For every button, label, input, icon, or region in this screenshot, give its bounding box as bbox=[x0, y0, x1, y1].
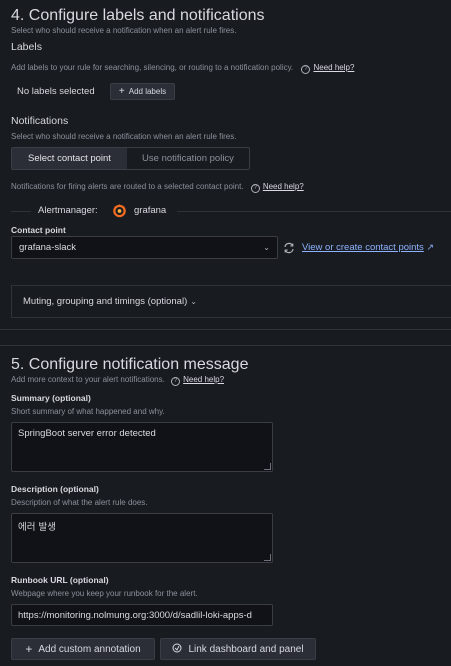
description-description: Description of what the alert rule does. bbox=[11, 498, 148, 507]
resize-handle-icon[interactable] bbox=[264, 463, 271, 470]
contact-mode-toggle[interactable]: Select contact point Use notification po… bbox=[11, 147, 250, 170]
external-link-icon: ↗ bbox=[426, 242, 434, 252]
link-dashboard-button[interactable]: Link dashboard and panel bbox=[160, 638, 316, 660]
view-contact-points[interactable]: View or create contact points ↗ bbox=[302, 242, 434, 253]
help-circle-icon: ? bbox=[171, 377, 181, 386]
routing-note-text: Notifications for firing alerts are rout… bbox=[11, 182, 244, 191]
description-label: Description (optional) bbox=[11, 484, 99, 494]
alertmanager-divider-left bbox=[11, 211, 31, 212]
notifications-heading: Notifications bbox=[11, 115, 69, 127]
runbook-description: Webpage where you keep your runbook for … bbox=[11, 589, 198, 598]
section-5-subtitle-text: Add more context to your alert notificat… bbox=[11, 375, 165, 384]
tab-select-contact-point[interactable]: Select contact point bbox=[12, 148, 127, 169]
section-divider bbox=[0, 345, 451, 346]
help-circle-icon: ? bbox=[301, 65, 311, 74]
add-labels-label: Add labels bbox=[128, 87, 167, 96]
refresh-icon[interactable] bbox=[283, 241, 295, 254]
add-labels-button[interactable]: + Add labels bbox=[110, 83, 175, 100]
routing-note: Notifications for firing alerts are rout… bbox=[11, 182, 304, 193]
plus-icon: + bbox=[118, 86, 125, 97]
contact-point-select[interactable]: grafana-slack ⌄ bbox=[11, 236, 278, 259]
contact-point-value: grafana-slack bbox=[19, 242, 77, 253]
contact-point-label: Contact point bbox=[11, 225, 66, 235]
alertmanager-label: Alertmanager: bbox=[38, 205, 98, 216]
labels-description: Add labels to your rule for searching, s… bbox=[11, 63, 354, 74]
resize-handle-icon[interactable] bbox=[264, 554, 271, 561]
chevron-down-icon: ⌄ bbox=[190, 297, 197, 306]
grafana-logo-icon bbox=[112, 203, 127, 218]
apps-icon bbox=[172, 643, 182, 656]
summary-wrap: SpringBoot server error detected bbox=[11, 422, 273, 472]
runbook-label: Runbook URL (optional) bbox=[11, 575, 109, 585]
routing-help-link[interactable]: Need help? bbox=[263, 182, 304, 191]
summary-label: Summary (optional) bbox=[11, 393, 91, 403]
labels-help-link[interactable]: Need help? bbox=[313, 63, 354, 72]
labels-help[interactable]: ? Need help? bbox=[301, 63, 354, 74]
link-dashboard-label: Link dashboard and panel bbox=[188, 643, 304, 655]
add-custom-annotation-button[interactable]: + Add custom annotation bbox=[11, 638, 155, 660]
labels-heading: Labels bbox=[11, 41, 42, 53]
help-circle-icon: ? bbox=[250, 184, 260, 193]
labels-description-text: Add labels to your rule for searching, s… bbox=[11, 63, 294, 72]
notifications-subtitle: Select who should receive a notification… bbox=[11, 132, 237, 141]
muting-collapse[interactable]: Muting, grouping and timings (optional) … bbox=[11, 285, 451, 318]
routing-help[interactable]: ? Need help? bbox=[250, 182, 304, 193]
section-divider bbox=[0, 329, 451, 330]
description-textarea[interactable]: 에러 발생 bbox=[11, 513, 273, 563]
section-5-title: 5. Configure notification message bbox=[11, 356, 249, 373]
view-contact-points-link[interactable]: View or create contact points bbox=[302, 242, 424, 253]
section-4-subtitle: Select who should receive a notification… bbox=[11, 26, 237, 35]
tab-use-notification-policy[interactable]: Use notification policy bbox=[127, 148, 249, 169]
section-5-help-link[interactable]: Need help? bbox=[183, 375, 224, 384]
muting-label: Muting, grouping and timings (optional) bbox=[23, 296, 188, 307]
section-5-subtitle: Add more context to your alert notificat… bbox=[11, 375, 224, 386]
summary-description: Short summary of what happened and why. bbox=[11, 407, 165, 416]
section-4-title: 4. Configure labels and notifications bbox=[11, 7, 265, 24]
chevron-down-icon: ⌄ bbox=[263, 243, 270, 252]
add-custom-annotation-label: Add custom annotation bbox=[38, 643, 141, 655]
description-wrap: 에러 발생 bbox=[11, 513, 273, 563]
section-5-help[interactable]: ? Need help? bbox=[171, 375, 224, 386]
alertmanager-divider-right bbox=[177, 211, 451, 212]
runbook-url-input[interactable] bbox=[11, 604, 273, 626]
alertmanager-name: grafana bbox=[134, 205, 167, 216]
summary-textarea[interactable]: SpringBoot server error detected bbox=[11, 422, 273, 472]
no-labels-text: No labels selected bbox=[17, 86, 95, 97]
plus-icon: + bbox=[25, 642, 33, 656]
